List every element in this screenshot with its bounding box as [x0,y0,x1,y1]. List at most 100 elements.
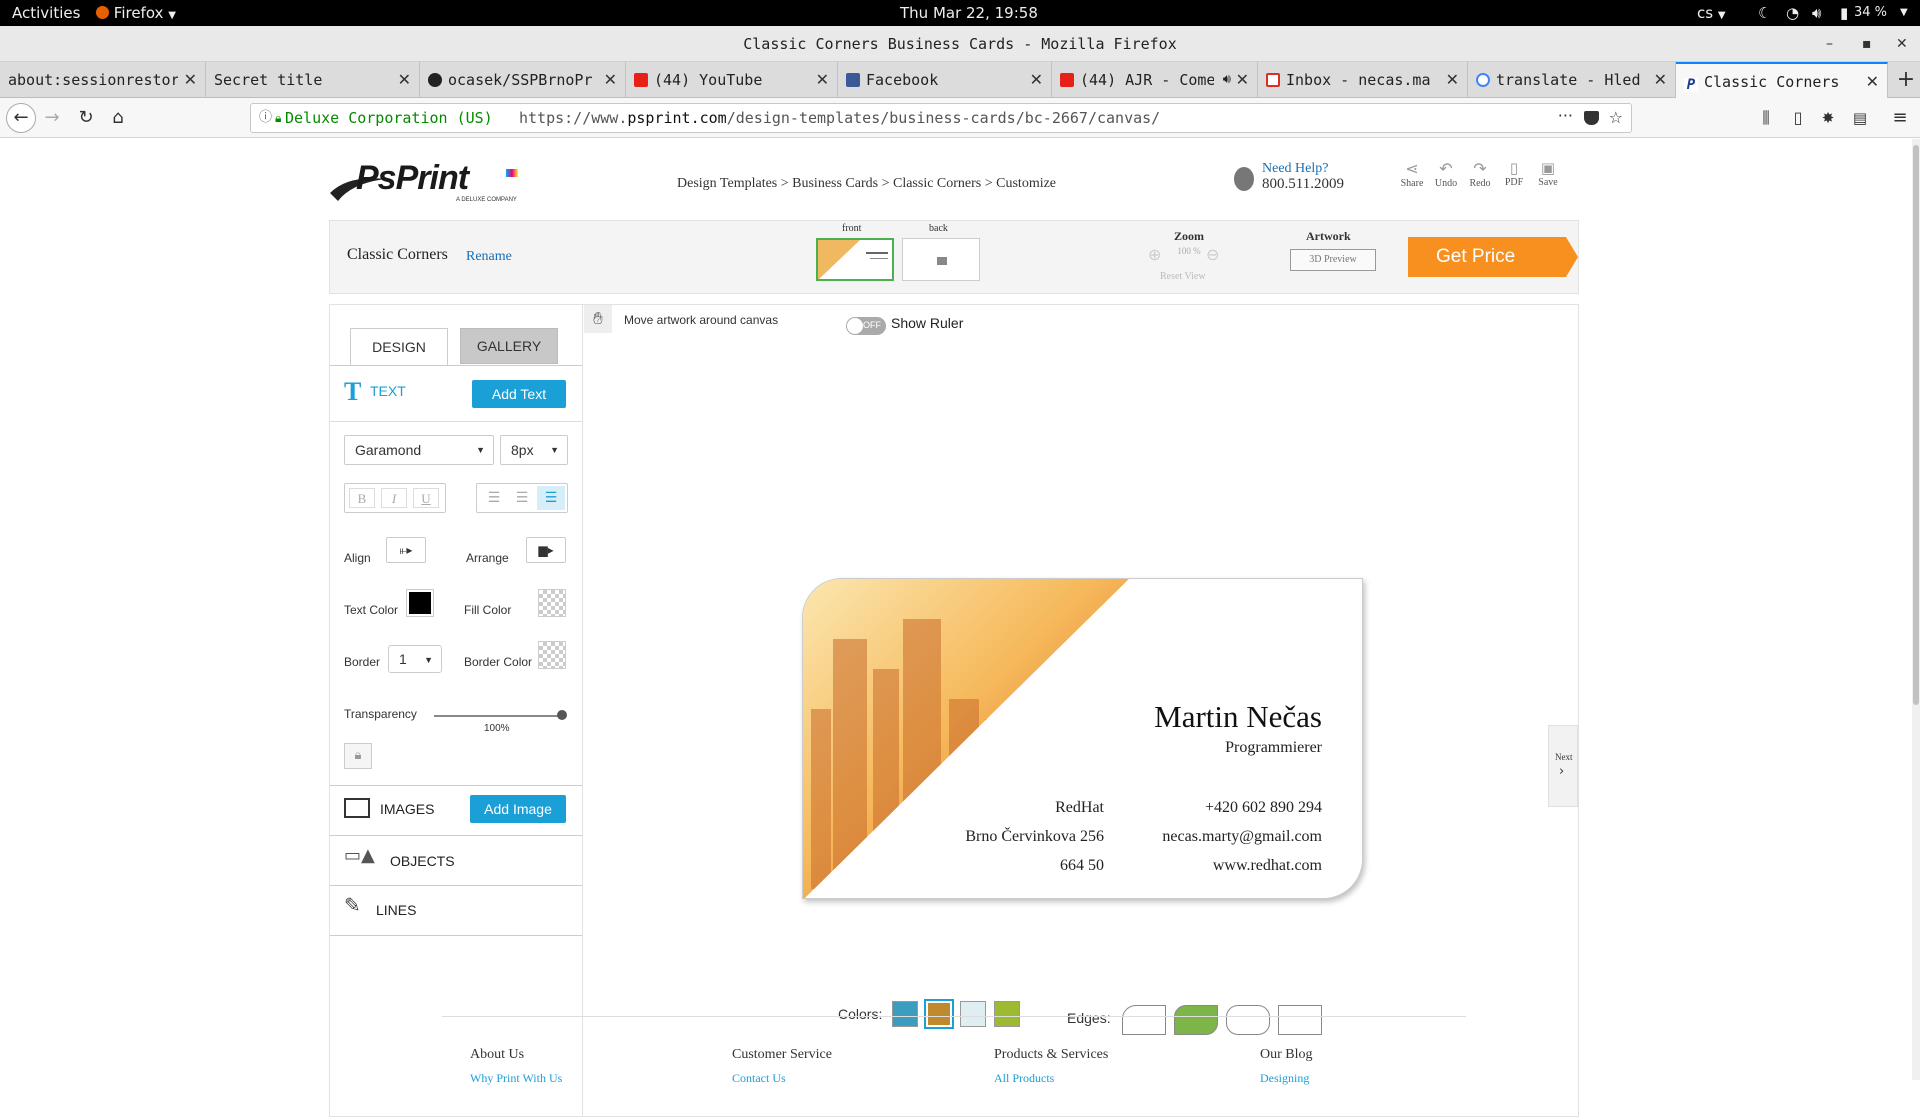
ruler-toggle[interactable]: OFF [846,317,886,335]
tab-youtube[interactable]: (44) YouTube ✕ [626,62,838,98]
sidebar-icon[interactable]: ▯ [1786,106,1810,130]
undo-button[interactable]: ↶ Undo [1430,159,1462,189]
align-right-icon[interactable]: ☰ [537,486,565,510]
color-swatch-green[interactable] [994,1001,1020,1027]
url-text[interactable]: https://www.psprint.com/design-templates… [519,104,1160,132]
add-text-button[interactable]: Add Text [472,380,566,408]
bold-button[interactable]: B [349,488,375,508]
tab-translate[interactable]: translate - Hled ✕ [1468,62,1676,98]
lock-icon[interactable]: 🔒︎ [344,743,372,769]
get-price-button[interactable]: Get Price [1408,237,1566,277]
align-dropdown[interactable]: ⫦▸ [386,537,426,563]
3d-preview-button[interactable]: 3D Preview [1290,249,1376,271]
app-menu[interactable]: Firefox ▼ [96,4,176,22]
close-window-icon[interactable]: ✕ [1896,26,1908,62]
tab-classic-corners[interactable]: P Classic Corners ✕ [1676,62,1888,98]
text-color-swatch[interactable] [406,589,434,617]
hamburger-menu-icon[interactable]: ≡ [1888,106,1912,130]
pdf-button[interactable]: ▯ PDF [1498,159,1530,188]
tab-gallery[interactable]: GALLERY [460,328,558,364]
footer-link-why-print[interactable]: Why Print With Us [470,1071,562,1086]
edge-option-rounded[interactable] [1226,1005,1270,1035]
back-thumbnail[interactable] [902,238,980,281]
extension-icon[interactable]: ✸ [1816,106,1840,130]
tab-secret-title[interactable]: Secret title ✕ [206,62,420,98]
reset-view-button[interactable]: Reset View [1160,271,1206,282]
close-tab-icon[interactable]: ✕ [816,62,829,98]
footer-link-contact-us[interactable]: Contact Us [732,1071,786,1086]
tab-gmail[interactable]: Inbox - necas.ma ✕ [1258,62,1468,98]
close-tab-icon[interactable]: ✕ [1030,62,1043,98]
close-tab-icon[interactable]: ✕ [398,62,411,98]
system-menu-chevron-icon[interactable]: ▼ [1900,7,1908,18]
next-side-button[interactable]: Next › [1548,725,1578,807]
library-icon[interactable]: ⫼ [1754,106,1778,130]
tab-github[interactable]: ocasek/SSPBrnoPr ✕ [420,62,626,98]
save-button[interactable]: ▣ Save [1532,159,1564,188]
psprint-logo[interactable]: PsPrint A DELUXE COMPANY [328,159,518,209]
border-width-select[interactable]: 1 ▼ [388,645,442,673]
transparency-slider-handle[interactable] [557,710,567,720]
card-name[interactable]: Martin Nečas [1154,699,1322,735]
tab-youtube-ajr[interactable]: (44) AJR - Come 🔊︎ ✕ [1052,62,1258,98]
show-ruler-label[interactable]: Show Ruler [891,315,963,331]
footer-link-all-products[interactable]: All Products [994,1071,1054,1086]
underline-button[interactable]: U [413,488,439,508]
page-actions-icon[interactable]: ··· [1558,102,1573,130]
need-help-link[interactable]: Need Help? [1262,161,1328,177]
card-zip[interactable]: 664 50 [1060,857,1104,875]
card-website[interactable]: www.redhat.com [1213,857,1322,875]
security-identity[interactable]: Deluxe Corporation (US) [285,104,493,132]
maximize-icon[interactable]: ▪ [1862,26,1872,62]
lines-section-label[interactable]: LINES [376,902,416,918]
breadcrumb[interactable]: Design Templates > Business Cards > Clas… [677,176,1056,192]
font-size-select[interactable]: 8px ▼ [500,435,568,465]
hand-move-icon[interactable]: ✋︎ [584,305,612,333]
card-company[interactable]: RedHat [1055,799,1104,817]
fill-color-swatch[interactable] [538,589,566,617]
new-tab-icon[interactable]: + [1892,62,1920,98]
extension-2-icon[interactable]: ▤ [1848,106,1872,130]
bookmark-star-icon[interactable]: ☆ [1609,104,1623,132]
close-tab-icon[interactable]: ✕ [1866,64,1879,98]
activities-button[interactable]: Activities [12,4,80,22]
close-tab-icon[interactable]: ✕ [1654,62,1667,98]
speaker-icon[interactable]: 🔊︎ [1223,62,1231,98]
redo-button[interactable]: ↷ Redo [1464,159,1496,189]
input-language[interactable]: cs ▼ [1697,4,1726,22]
add-image-button[interactable]: Add Image [470,795,566,823]
border-color-swatch[interactable] [538,641,566,669]
card-phone[interactable]: +420 602 890 294 [1205,799,1322,817]
close-tab-icon[interactable]: ✕ [1446,62,1459,98]
footer-link-designing[interactable]: Designing [1260,1071,1309,1086]
close-tab-icon[interactable]: ✕ [184,62,197,98]
close-tab-icon[interactable]: ✕ [604,62,617,98]
pocket-icon[interactable] [1584,111,1599,125]
back-icon[interactable]: ← [6,103,36,133]
align-center-icon[interactable]: ☰ [509,488,535,508]
minimize-icon[interactable]: – [1826,26,1833,62]
share-button[interactable]: ⋖ Share [1396,159,1428,189]
rename-link[interactable]: Rename [466,249,512,265]
scrollbar-thumb[interactable] [1913,145,1919,705]
info-icon[interactable]: ⓘ [259,104,272,132]
close-tab-icon[interactable]: ✕ [1236,62,1249,98]
url-bar[interactable]: ⓘ 🔒︎ Deluxe Corporation (US) https://www… [250,103,1632,133]
home-icon[interactable]: ⌂ [106,106,130,130]
tab-session-restore[interactable]: about:sessionrestor ✕ [0,62,206,98]
italic-button[interactable]: I [381,488,407,508]
color-swatch-light[interactable] [960,1001,986,1027]
align-left-icon[interactable]: ☰ [481,488,507,508]
edge-option-square[interactable] [1278,1005,1322,1035]
tab-facebook[interactable]: Facebook ✕ [838,62,1052,98]
forward-icon[interactable]: → [40,106,64,130]
card-title[interactable]: Programmierer [1225,739,1322,757]
zoom-out-icon[interactable]: ⊖ [1206,245,1219,264]
front-thumbnail[interactable] [816,238,894,281]
transparency-slider-track[interactable] [434,715,562,717]
card-email[interactable]: necas.marty@gmail.com [1162,828,1322,846]
tab-design[interactable]: DESIGN [350,328,448,365]
zoom-in-icon[interactable]: ⊕ [1148,245,1161,264]
edge-option-two-corners[interactable] [1174,1005,1218,1035]
edge-option-one-corner[interactable] [1122,1005,1166,1035]
